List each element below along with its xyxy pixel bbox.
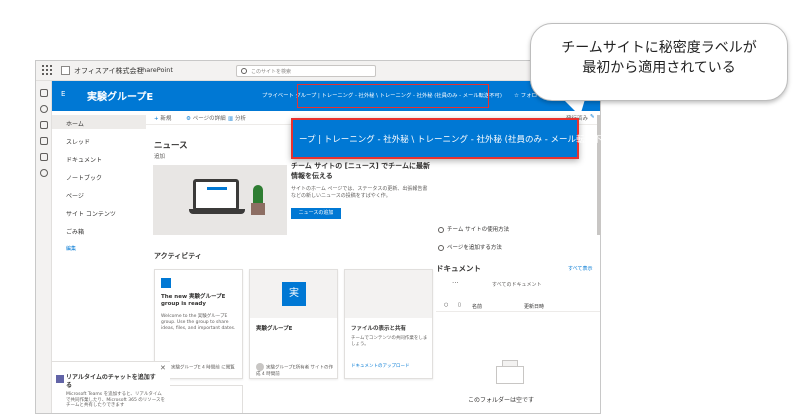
rail-globe-icon[interactable] xyxy=(40,105,48,113)
suite-bar: オフィスアイ株式会社 SharePoint このサイトを検索 xyxy=(36,61,600,81)
analytics-button[interactable]: ▥ 分析 xyxy=(228,114,246,122)
card-image-area xyxy=(345,270,432,318)
more-icon[interactable]: ··· xyxy=(452,279,459,287)
file-type-icon: ▯ xyxy=(458,302,461,308)
plus-icon: + xyxy=(154,116,159,122)
pencil-icon: ✎ xyxy=(590,114,595,120)
column-name[interactable]: 名前 xyxy=(472,303,482,310)
teams-promo-description: Microsoft Teams を追加すると、リアルタイムで共同作業したり、Mi… xyxy=(66,392,166,408)
close-icon[interactable]: ✕ xyxy=(160,364,166,372)
nav-item-site-contents[interactable]: サイト コンテンツ xyxy=(66,209,116,218)
nav-item-notebook[interactable]: ノートブック xyxy=(66,173,102,182)
label-highlight-box xyxy=(297,84,489,108)
page-details-label: ページの詳細 xyxy=(192,116,226,122)
news-heading: ニュース xyxy=(154,141,188,151)
news-add-button[interactable]: 追加 xyxy=(154,152,165,160)
new-label: 新規 xyxy=(160,116,172,122)
org-logo-icon xyxy=(61,66,70,75)
site-name[interactable]: 実験グループE xyxy=(87,88,153,103)
card-title: The new 実験グループE group is ready xyxy=(161,294,226,307)
nav-item-pages[interactable]: ページ xyxy=(66,191,84,200)
callout-line-1: チームサイトに秘密度ラベルが xyxy=(561,40,757,56)
card-title: ファイルの表示と共有 xyxy=(351,326,407,332)
laptop-base xyxy=(189,209,245,214)
nav-item-documents[interactable]: ドキュメント xyxy=(66,155,102,164)
label-zoom-callout: ープ | トレーニング - 社外秘 \ トレーニング - 社外秘 (社員のみ -… xyxy=(291,118,613,159)
card-description: チームでコンテンツの共同作業をしましょう。 xyxy=(351,336,428,347)
zoomed-label-text: ープ | トレーニング - 社外秘 \ トレーニング - 社外秘 (社員のみ -… xyxy=(299,135,614,145)
laptop-illustration xyxy=(193,179,239,211)
nav-item-recycle-bin[interactable]: ごみ箱 xyxy=(66,227,84,236)
callout-line-2: 最初から適用されている xyxy=(582,60,736,76)
chart-icon: ▥ xyxy=(228,116,234,122)
nav-item-home[interactable]: ホーム xyxy=(66,119,84,128)
app-rail xyxy=(36,81,52,413)
empty-folder-message: このフォルダーは空です xyxy=(468,397,535,404)
laptop-screen-bar xyxy=(207,187,227,190)
select-all-circle[interactable]: ○ xyxy=(444,302,448,308)
edit-button[interactable]: ✎ xyxy=(590,114,595,120)
globe-icon xyxy=(438,244,444,251)
help-link[interactable]: ページを追加する方法 xyxy=(438,243,502,251)
upload-documents-link[interactable]: ドキュメントのアップロード xyxy=(351,363,410,369)
card-title: 実験グループE xyxy=(256,326,293,332)
annotation-callout: チームサイトに秘密度ラベルが 最初から適用されている xyxy=(530,23,788,101)
card-footer: 実験グループE所有者 サイトの作成 4 時間前 xyxy=(256,363,337,377)
card-description: Welcome to the 実験グループE group. Use the gr… xyxy=(161,314,236,331)
product-name[interactable]: SharePoint xyxy=(138,66,173,74)
teams-icon xyxy=(56,375,64,383)
rail-file-icon[interactable] xyxy=(40,137,48,145)
site-logo[interactable]: E xyxy=(61,90,65,98)
help-link-label: チーム サイトの使用方法 xyxy=(447,227,510,233)
app-launcher-icon[interactable] xyxy=(42,65,52,75)
search-input[interactable]: このサイトを検索 xyxy=(236,65,376,77)
activity-card[interactable]: 実 実験グループE 実験グループE所有者 サイトの作成 4 時間前 xyxy=(249,269,338,379)
news-headline: チーム サイトの [ニュース] でチームに最新情報を伝える xyxy=(291,162,430,180)
rail-list-icon[interactable] xyxy=(40,153,48,161)
nav-item-threads[interactable]: スレッド xyxy=(66,137,90,146)
avatar xyxy=(256,363,264,371)
rail-home-icon[interactable] xyxy=(40,89,48,97)
browser-window: オフィスアイ株式会社 SharePoint このサイトを検索 E 実験グループE… xyxy=(35,60,601,414)
globe-icon xyxy=(438,226,444,233)
analytics-label: 分析 xyxy=(234,116,246,122)
documents-column-header: ○ ▯ 名前 更新日時 xyxy=(436,300,600,312)
help-link[interactable]: チーム サイトの使用方法 xyxy=(438,225,509,233)
new-button[interactable]: + 新規 xyxy=(154,114,171,122)
search-icon xyxy=(241,68,247,74)
rail-news-icon[interactable] xyxy=(40,121,48,129)
rail-add-icon[interactable] xyxy=(40,169,48,177)
column-modified[interactable]: 更新日時 xyxy=(524,303,544,310)
empty-folder-icon xyxy=(496,360,524,384)
teams-promo-title[interactable]: リアルタイムのチャットを追加する xyxy=(66,374,156,390)
activity-heading: アクティビティ xyxy=(154,252,202,260)
help-link-label: ページを追加する方法 xyxy=(447,245,502,251)
nav-edit-link[interactable]: 編集 xyxy=(66,245,76,252)
page-details-button[interactable]: ⚙ ページの詳細 xyxy=(186,114,226,122)
news-body: サイトのホーム ページでは、ステータスの更新、出張報告書などの新しいニュースの投… xyxy=(291,186,428,199)
search-placeholder: このサイトを検索 xyxy=(251,69,292,75)
card-footer-text: 実験グループE所有者 サイトの作成 4 時間前 xyxy=(256,365,334,378)
activity-card[interactable]: ファイルの表示と共有 チームでコンテンツの共同作業をしましょう。 ドキュメントの… xyxy=(344,269,433,379)
documents-heading: ドキュメント xyxy=(436,264,481,273)
site-tile: 実 xyxy=(282,282,306,306)
see-all-link[interactable]: すべて表示 xyxy=(568,265,592,272)
documents-view-dropdown[interactable]: すべてのドキュメント xyxy=(492,281,541,288)
news-illustration xyxy=(153,165,287,235)
right-column: チーム サイトの使用方法 ページを追加する方法 ドキュメント すべて表示 ···… xyxy=(436,125,600,413)
add-news-button[interactable]: ニュースの追加 xyxy=(291,208,341,219)
card-footer-text: 実験グループE 4 時間前 に閲覧 xyxy=(171,365,235,371)
org-name[interactable]: オフィスアイ株式会社 xyxy=(74,66,144,76)
card-footer: 実験グループE 4 時間前 に閲覧 xyxy=(161,363,235,371)
gear-icon: ⚙ xyxy=(186,116,191,122)
plant-illustration xyxy=(253,185,263,203)
folder-body xyxy=(496,366,524,384)
outlook-icon xyxy=(161,278,171,288)
teams-promo: ✕ リアルタイムのチャットを追加する Microsoft Teams を追加する… xyxy=(52,361,170,413)
plant-pot xyxy=(251,203,265,215)
